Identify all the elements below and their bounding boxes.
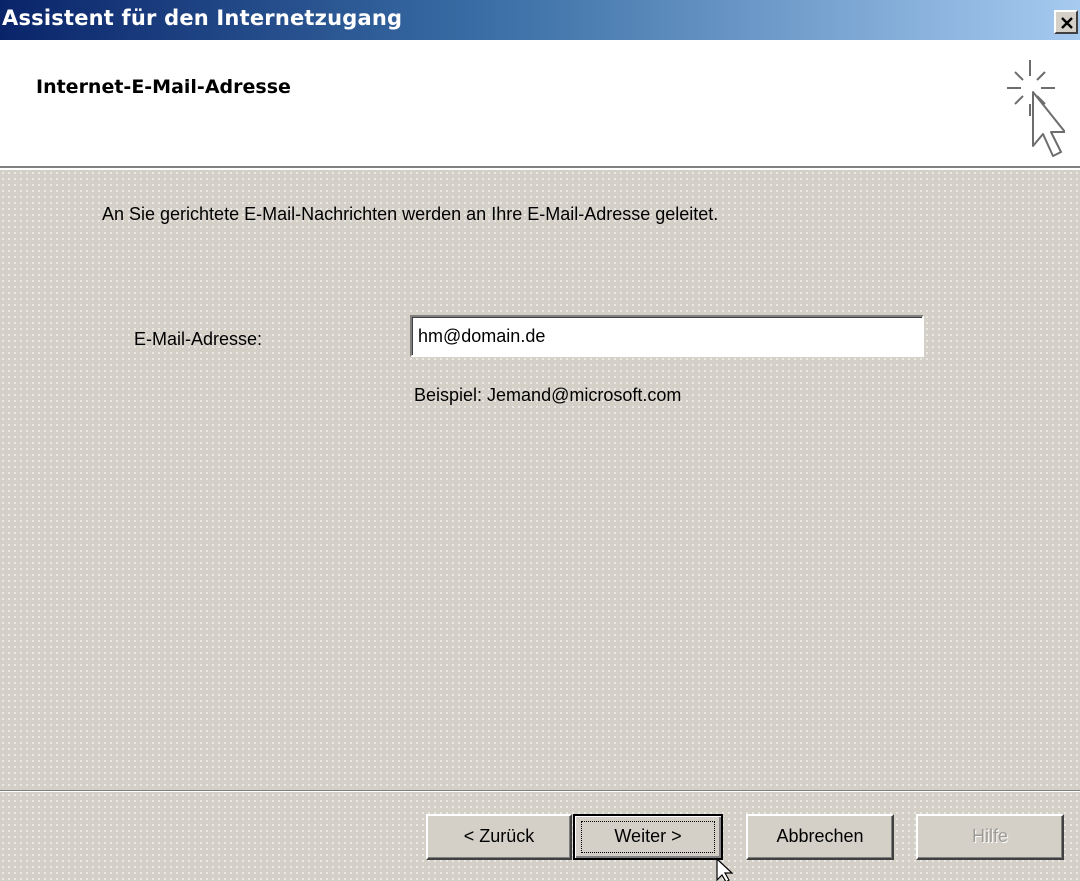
wizard-header: Internet-E-Mail-Adresse [0,40,1080,166]
wizard-body: An Sie gerichtete E-Mail-Nachrichten wer… [0,170,1080,790]
example-text: Beispiel: Jemand@microsoft.com [414,385,682,405]
wizard-window: Assistent für den Internetzugang Interne… [0,0,1080,881]
next-button[interactable]: Weiter > [573,814,723,860]
intro-text: An Sie gerichtete E-Mail-Nachrichten wer… [102,204,719,224]
email-field[interactable] [410,315,924,357]
email-label: E-Mail-Adresse: [134,329,263,349]
close-icon [1061,17,1073,29]
back-button[interactable]: < Zurück [426,814,572,860]
wizard-sparkle-cursor-icon [1007,60,1065,157]
help-button[interactable]: Hilfe [916,814,1064,860]
focus-rectangle [581,821,715,853]
button-bar: < Zurück Weiter > Abbrechen Hilfe [0,792,1080,881]
close-button[interactable] [1054,10,1078,34]
page-title: Internet-E-Mail-Adresse [36,76,291,98]
title-bar[interactable]: Assistent für den Internetzugang [0,0,1080,40]
mouse-pointer-icon [716,858,734,881]
window-title: Assistent für den Internetzugang [2,6,403,30]
cancel-button[interactable]: Abbrechen [746,814,894,860]
